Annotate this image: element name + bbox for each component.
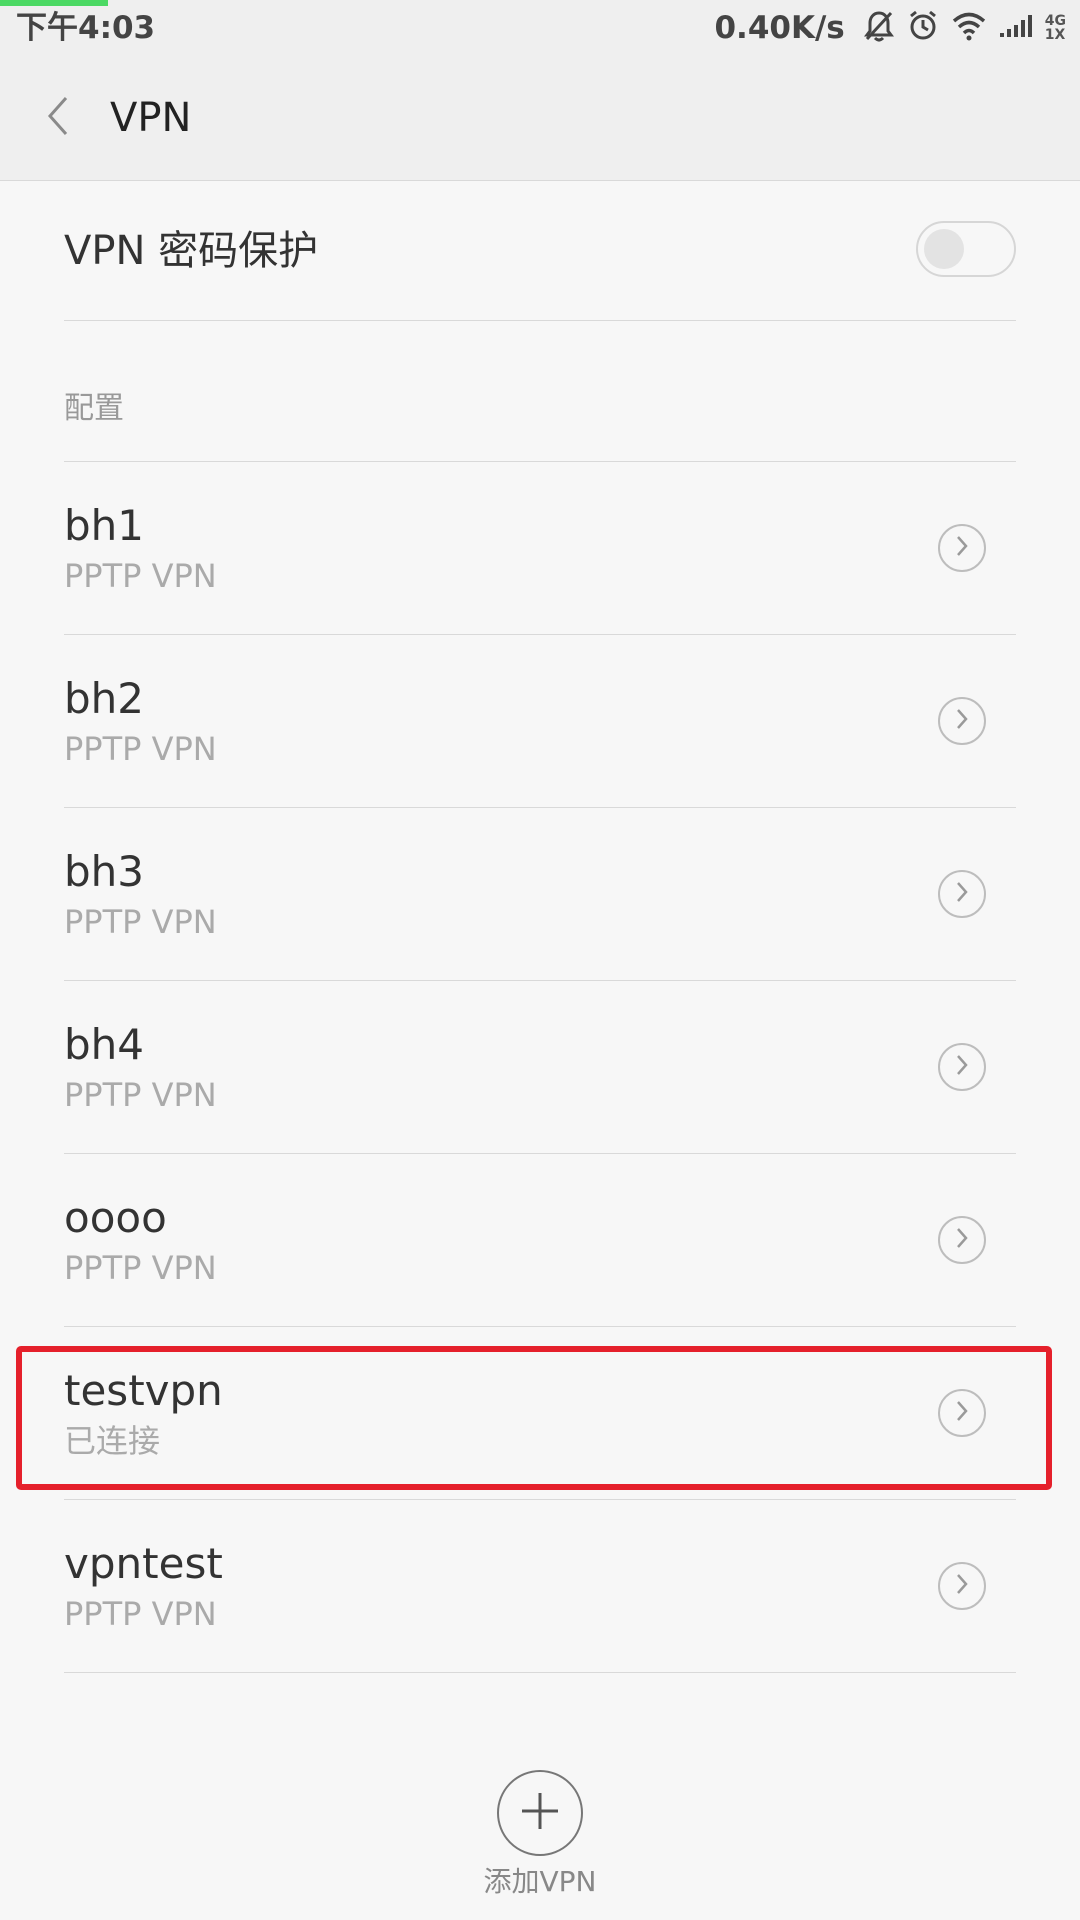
network-type-top: 4G <box>1044 13 1066 29</box>
vpn-name: bh4 <box>64 1020 145 1069</box>
network-type: 4G 1X <box>1045 14 1066 42</box>
chevron-right-icon <box>955 708 969 734</box>
vpn-item-oooo[interactable]: oooo PPTP VPN <box>64 1154 1016 1327</box>
vpn-subtitle: PPTP VPN <box>64 1249 217 1287</box>
vpn-name: oooo <box>64 1193 167 1242</box>
vpn-name: bh2 <box>64 674 145 723</box>
vpn-item-bh1[interactable]: bh1 PPTP VPN <box>64 462 1016 635</box>
chevron-left-icon <box>46 96 70 140</box>
signal-icon <box>999 11 1033 45</box>
vpn-subtitle: PPTP VPN <box>64 1595 217 1633</box>
status-bar: 下午4:03 0.40K/s 4G 1X <box>0 0 1080 56</box>
vpn-subtitle: PPTP VPN <box>64 730 217 768</box>
vpn-item-vpntest[interactable]: vpntest PPTP VPN <box>64 1500 1016 1673</box>
chevron-right-icon <box>955 1227 969 1253</box>
status-icons: 0.40K/s 4G 1X <box>714 8 1066 48</box>
vpn-subtitle: PPTP VPN <box>64 903 217 941</box>
vpn-password-protection-toggle[interactable] <box>916 221 1016 277</box>
section-label: 配置 <box>64 391 124 426</box>
wifi-icon <box>951 11 987 45</box>
vpn-item-bh2[interactable]: bh2 PPTP VPN <box>64 635 1016 808</box>
vpn-name: bh1 <box>64 501 145 550</box>
vpn-detail-button[interactable] <box>938 697 986 745</box>
status-progress-indicator <box>0 0 108 6</box>
chevron-right-icon <box>955 881 969 907</box>
add-vpn-label: 添加VPN <box>483 1865 597 1898</box>
vpn-item-bh4[interactable]: bh4 PPTP VPN <box>64 981 1016 1154</box>
chevron-right-icon <box>955 535 969 561</box>
vpn-detail-button[interactable] <box>938 870 986 918</box>
toggle-knob <box>924 229 964 269</box>
vpn-subtitle: PPTP VPN <box>64 1076 217 1114</box>
vpn-password-protection-label: VPN 密码保护 <box>64 228 319 274</box>
vpn-password-protection-row[interactable]: VPN 密码保护 <box>64 181 1016 321</box>
highlight-box <box>16 1346 1052 1490</box>
vpn-list: bh1 PPTP VPN bh2 PPTP VPN bh3 PPTP VPN b… <box>64 462 1016 1673</box>
back-button[interactable] <box>36 92 80 144</box>
page-title: VPN <box>110 95 192 141</box>
vpn-name: bh3 <box>64 847 145 896</box>
chevron-right-icon <box>955 1573 969 1599</box>
vpn-detail-button[interactable] <box>938 1562 986 1610</box>
network-type-bottom: 1X <box>1044 27 1066 43</box>
status-time: 下午4:03 <box>16 10 156 46</box>
chevron-right-icon <box>955 1054 969 1080</box>
add-vpn[interactable]: 添加VPN <box>484 1770 597 1900</box>
vpn-detail-button[interactable] <box>938 1216 986 1264</box>
section-header: 配置 <box>64 321 1016 462</box>
vpn-name: vpntest <box>64 1539 223 1588</box>
alarm-icon <box>907 9 939 47</box>
network-speed: 0.40K/s <box>714 10 845 46</box>
vpn-detail-button[interactable] <box>938 1043 986 1091</box>
vpn-subtitle: PPTP VPN <box>64 557 217 595</box>
plus-icon <box>518 1789 562 1837</box>
add-vpn-button[interactable] <box>497 1770 583 1856</box>
vpn-item-bh3[interactable]: bh3 PPTP VPN <box>64 808 1016 981</box>
app-header: VPN <box>0 56 1080 181</box>
bell-off-icon <box>863 9 895 47</box>
vpn-detail-button[interactable] <box>938 524 986 572</box>
